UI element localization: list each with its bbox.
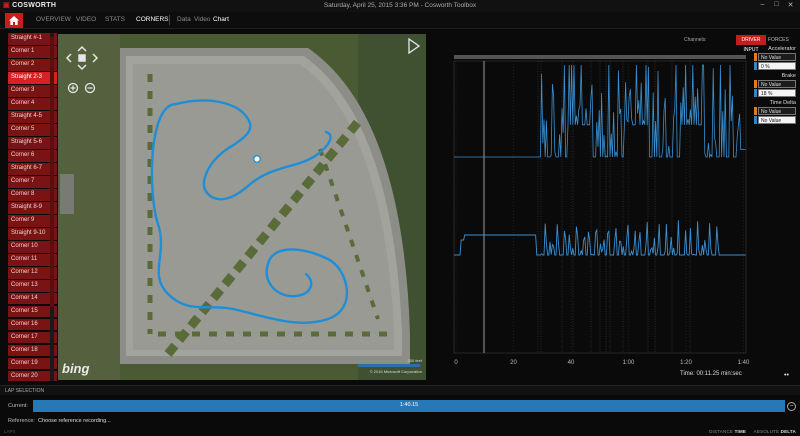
toggle-time[interactable]: TIME [735,429,747,434]
home-button[interactable] [5,13,23,28]
remove-lap-icon[interactable]: – [787,402,796,411]
toggle-absolute[interactable]: ABSOLUTE [754,429,780,434]
y-tick-label: 0 [450,155,451,161]
lap-selection-header: LAP SELECTION [0,385,800,395]
scrollbar-thumb[interactable] [50,37,54,307]
tab-driver-input[interactable]: DRIVER INPUT [736,35,766,53]
legend-time-delta: Time Delta No Value No Value [754,100,798,124]
legend-accelerator-cur: 0 % [758,62,796,70]
toggle-delta[interactable]: DELTA [781,429,796,434]
home-icon [9,16,19,25]
nav-divider [169,15,170,25]
x-tick-label: 1:00 [623,360,635,366]
nav-bar: OVERVIEW VIDEO STATS CORNERS Data Video … [0,12,800,29]
reference-selector[interactable]: Choose reference recording... [38,418,111,424]
current-swatch [754,89,757,97]
telemetry-chart[interactable]: 020401:001:201:4010000Time delta [s] [450,53,752,367]
subtab-video[interactable]: Video [194,16,211,23]
legend-time-delta-title: Time Delta [769,100,796,106]
minimize-icon[interactable]: – [758,1,767,8]
chart-toolbar: Channels: DRIVER INPUT FORCES [680,35,800,53]
close-icon[interactable]: ✕ [786,1,795,9]
map-aerial [58,34,426,380]
status-toggles: DISTANCE TIME ABSOLUTE DELTA [709,429,796,434]
car-position-marker [252,154,261,163]
chart-canvas[interactable]: 020401:001:201:4010000Time delta [s] [450,53,752,367]
legend-brake-cur: 18 % [758,89,796,97]
legend-accelerator: Accelerator No Value 0 % [754,46,798,70]
subtab-data[interactable]: Data [177,16,191,23]
legend-time-delta-ref: No Value [758,107,796,115]
reference-swatch [754,107,757,115]
maximize-icon[interactable]: □ [772,1,781,8]
reference-label: Reference: [8,418,35,424]
x-tick-label: 1:20 [680,360,692,366]
current-label: Current: [8,403,28,409]
x-tick-label: 1:40 [738,360,750,366]
x-tick-label: 0 [454,360,458,366]
bing-logo: bing [62,361,90,376]
map-scale-label: 200 feet [407,358,422,363]
tab-stats[interactable]: STATS [105,16,125,23]
current-swatch [754,62,757,70]
lap-selection-title: LAP SELECTION [5,388,45,394]
subtab-chart[interactable]: Chart [213,16,229,23]
legend-brake-title: Brake [781,73,796,79]
current-lap-time: 1:40.15 [399,402,419,408]
time-readout: Time: 00:11.25 min:sec [680,371,742,377]
tab-corners[interactable]: CORNERS [136,16,169,23]
legend-brake: Brake No Value 18 % [754,73,798,97]
y-tick-label: 100 [450,61,451,67]
title-bar: ▣ COSWORTH Saturday, April 25, 2015 3:36… [0,0,800,12]
tab-video[interactable]: VIDEO [76,16,96,23]
x-tick-label: 40 [568,360,575,366]
y-tick-label: 0 [450,255,451,261]
more-options-button[interactable]: •• [784,372,789,379]
corner-list-scrollbar[interactable] [50,33,54,381]
status-left: LAPS [4,429,16,434]
x-tick-label: 20 [510,360,517,366]
track-map[interactable]: bing 200 feet © 2015 Microsoft Corporati… [58,34,426,380]
legend-accelerator-title: Accelerator [768,46,796,52]
tab-overview[interactable]: OVERVIEW [36,16,71,23]
current-swatch [754,116,757,124]
chart-legend: Accelerator No Value 0 % Brake No Value … [754,46,798,127]
map-scale-bar [358,364,420,367]
legend-brake-ref: No Value [758,80,796,88]
reference-swatch [754,80,757,88]
legend-time-delta-cur: No Value [758,116,796,124]
brake-trace [454,220,746,256]
status-bar: LAPS DISTANCE TIME ABSOLUTE DELTA [0,428,800,436]
tab-forces[interactable]: FORCES [768,37,789,43]
segment-strip[interactable] [454,55,746,59]
current-lap-bar[interactable]: 1:40.15 [33,400,785,412]
reference-swatch [754,53,757,61]
window-title: Saturday, April 25, 2015 3:36 PM - Coswo… [323,2,477,9]
legend-accelerator-ref: No Value [758,53,796,61]
toggle-distance[interactable]: DISTANCE [709,429,733,434]
map-copyright: © 2015 Microsoft Corporation [369,369,422,374]
channels-label: Channels: [684,37,707,43]
